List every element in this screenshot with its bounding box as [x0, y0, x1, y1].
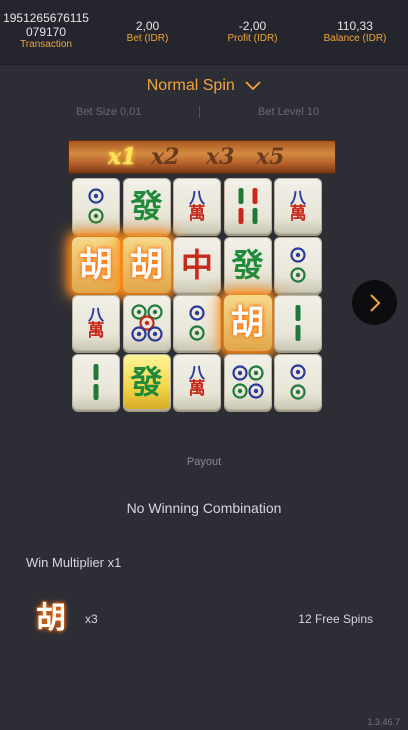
- payout-label: Payout: [186, 456, 222, 468]
- fa-symbol-icon: 發: [130, 187, 163, 225]
- bet-divider: [199, 106, 200, 118]
- multiplier-x2: x2: [151, 144, 180, 170]
- chevron-right-icon: [369, 293, 380, 312]
- bet-level: Bet Level 10: [258, 106, 320, 118]
- transaction-stat: 1951265676115 079170 Transaction: [0, 11, 92, 51]
- circles-5-symbol-icon: [130, 304, 163, 342]
- circles-2-symbol-icon: [88, 188, 104, 224]
- reel-grid: 發八萬八萬胡胡中發八萬胡發八萬: [72, 178, 326, 416]
- tile-hu: 胡: [72, 236, 120, 293]
- tile-bamboo-2: [72, 353, 120, 410]
- tile-bamboo-4: [223, 178, 272, 234]
- tile-circles-2: [72, 178, 120, 234]
- wan-8-symbol-icon: 八萬: [188, 363, 206, 399]
- balance-value: 110,33: [337, 19, 373, 33]
- bet-size: Bet Size 0,01: [76, 106, 142, 118]
- spin-mode-label: Normal Spin: [146, 77, 235, 94]
- scatter-count: x3: [85, 612, 98, 626]
- tile-wan-8: 八萬: [173, 178, 221, 234]
- tile-fa: 發: [122, 178, 171, 234]
- tile-circles-4: [223, 353, 272, 410]
- chevron-down-icon: [245, 81, 261, 91]
- spin-mode-dropdown[interactable]: Normal Spin: [0, 77, 408, 95]
- bet-value: 2,00: [135, 19, 160, 33]
- tile-circles-5: [122, 295, 171, 351]
- hu-symbol-icon: 胡: [230, 303, 265, 343]
- multiplier-bar: x1 x2 x3 x5: [68, 140, 336, 174]
- tile-circles-2: [173, 295, 221, 351]
- balance-stat: 110,33 Balance (IDR): [312, 19, 398, 45]
- bet-stat: 2,00 Bet (IDR): [105, 19, 190, 45]
- profit-stat: -2,00 Profit (IDR): [210, 19, 295, 45]
- tile-wan-8: 八萬: [173, 353, 221, 410]
- bamboo-2-symbol-icon: [295, 305, 301, 341]
- bamboo-4-symbol-icon: [238, 188, 257, 224]
- tile-fa-gold: 發: [122, 353, 171, 410]
- hu-symbol-icon: 胡: [79, 244, 113, 285]
- tile-fa: 發: [223, 236, 272, 293]
- scatter-symbol-icon: 胡: [34, 600, 68, 638]
- wan-8-symbol-icon: 八萬: [289, 187, 307, 224]
- hu-symbol-icon: 胡: [129, 244, 164, 285]
- circles-2-symbol-icon: [189, 305, 205, 341]
- bet-label: Bet (IDR): [126, 33, 169, 44]
- hu-glyph: 胡: [36, 601, 66, 636]
- transaction-value: 1951265676115 079170: [3, 11, 89, 39]
- multiplier-x3: x3: [206, 144, 235, 170]
- tile-wan-8: 八萬: [274, 178, 322, 234]
- profit-label: Profit (IDR): [227, 33, 278, 44]
- transaction-label: Transaction: [20, 39, 72, 50]
- wan-8-symbol-icon: 八萬: [87, 304, 105, 341]
- tile-hu: 胡: [223, 295, 272, 351]
- tile-bamboo-2: [274, 295, 322, 351]
- balance-label: Balance (IDR): [323, 33, 387, 44]
- bamboo-2-symbol-icon: [93, 363, 99, 400]
- tile-circles-2: [274, 353, 322, 410]
- profit-value: -2,00: [238, 19, 267, 33]
- tile-wan-8: 八萬: [72, 295, 120, 351]
- stats-bar: 1951265676115 079170 Transaction 2,00 Be…: [0, 0, 408, 65]
- fa-symbol-icon: 發: [231, 245, 264, 284]
- circles-2-symbol-icon: [290, 246, 306, 283]
- tile-circles-2: [274, 236, 322, 293]
- tile-zhong: 中: [173, 236, 221, 293]
- fa-gold-symbol-icon: 發: [130, 362, 163, 401]
- wan-8-symbol-icon: 八萬: [188, 187, 206, 224]
- multiplier-x1: x1: [108, 144, 137, 170]
- zhong-symbol-icon: 中: [180, 245, 213, 284]
- free-spins: 12 Free Spins: [298, 612, 373, 626]
- win-multiplier: Win Multiplier x1: [26, 555, 122, 570]
- multiplier-x5: x5: [256, 144, 285, 170]
- circles-4-symbol-icon: [231, 364, 264, 399]
- tile-hu: 胡: [122, 236, 171, 293]
- next-page-button[interactable]: [352, 280, 397, 325]
- result-text: No Winning Combination: [126, 500, 282, 516]
- version: 1.3.46.7: [367, 717, 400, 727]
- circles-2-symbol-icon: [290, 363, 306, 400]
